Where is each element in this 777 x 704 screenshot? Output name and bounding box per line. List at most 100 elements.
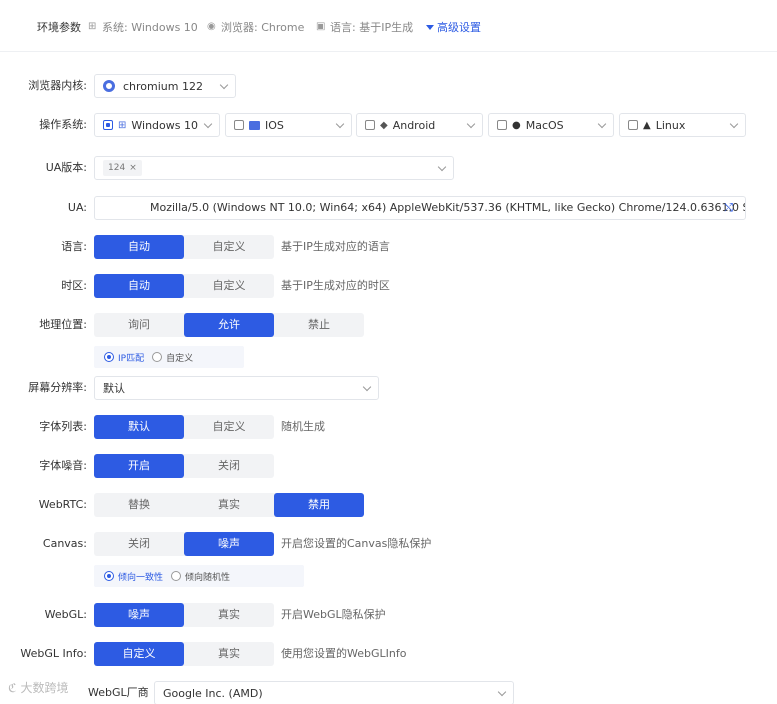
- font-noise-row: 字体噪音: 开启 关闭: [0, 454, 777, 478]
- webgl-info-label: WebGL Info:: [20, 647, 87, 660]
- os-option-linux[interactable]: ▲ Linux: [619, 113, 746, 137]
- chevron-down-icon: [335, 119, 345, 129]
- webrtc-toggle: 替换 真实 禁用: [94, 493, 364, 517]
- timezone-toggle: 自动 自定义: [94, 274, 274, 298]
- fonts-option-custom[interactable]: 自定义: [184, 415, 274, 439]
- canvas-option-noise[interactable]: 噪声: [184, 532, 274, 556]
- linux-checkbox[interactable]: [628, 120, 638, 130]
- resolution-value: 默认: [103, 382, 125, 395]
- shuffle-icon[interactable]: ⤭: [724, 197, 733, 219]
- webgl-info-option-custom[interactable]: 自定义: [94, 642, 184, 666]
- webgl-vendor-row: WebGL厂商 Google Inc. (AMD): [0, 681, 777, 704]
- resolution-select[interactable]: 默认: [94, 376, 379, 400]
- timezone-row: 时区: 自动 自定义 基于IP生成对应的时区: [0, 274, 777, 298]
- kernel-select[interactable]: chromium 122: [94, 74, 236, 98]
- ua-value: Mozilla/5.0 (Windows NT 10.0; Win64; x64…: [150, 201, 745, 214]
- radio-selected-icon: [104, 571, 114, 581]
- fonts-label: 字体列表:: [39, 420, 87, 433]
- canvas-hint: 开启您设置的Canvas隐私保护: [281, 537, 432, 550]
- resolution-row: 屏幕分辨率: 默认: [0, 376, 777, 400]
- ua-label: UA:: [67, 201, 87, 214]
- geo-label: 地理位置:: [39, 318, 87, 331]
- font-noise-option-off[interactable]: 关闭: [184, 454, 274, 478]
- os-row: 操作系统: ⊞ Windows 10 IOS ◆ Android ● MacOS…: [0, 113, 777, 137]
- caret-down-icon: [426, 24, 434, 30]
- canvas-radio-consistent[interactable]: 倾向一致性: [104, 570, 163, 583]
- os-label: 操作系统:: [39, 118, 87, 131]
- webgl-option-real[interactable]: 真实: [184, 603, 274, 627]
- chevron-down-icon: [437, 162, 447, 172]
- macos-checkbox[interactable]: [497, 120, 507, 130]
- fonts-option-default[interactable]: 默认: [94, 415, 184, 439]
- advanced-settings-label: 高级设置: [437, 21, 481, 34]
- language-row: 语言: 自动 自定义 基于IP生成对应的语言: [0, 235, 777, 259]
- apple-icon: ●: [512, 119, 521, 131]
- geo-option-deny[interactable]: 禁止: [274, 313, 364, 337]
- webrtc-option-real[interactable]: 真实: [184, 493, 274, 517]
- os-option-windows[interactable]: ⊞ Windows 10: [94, 113, 220, 137]
- os-option-label: Windows 10: [131, 118, 198, 132]
- webrtc-option-replace[interactable]: 替换: [94, 493, 184, 517]
- geo-toggle: 询问 允许 禁止: [94, 313, 364, 337]
- webgl-vendor-select[interactable]: Google Inc. (AMD): [154, 681, 514, 704]
- os-option-ios[interactable]: IOS: [225, 113, 352, 137]
- chevron-down-icon: [597, 119, 607, 129]
- timezone-label: 时区:: [61, 279, 87, 292]
- header-language: ▣ 语言: 基于IP生成: [316, 19, 413, 35]
- geo-radio-ip[interactable]: IP匹配: [104, 351, 144, 364]
- canvas-radio-random[interactable]: 倾向随机性: [171, 570, 230, 583]
- close-icon[interactable]: ×: [129, 163, 137, 173]
- header-os: ⊞ 系统: Windows 10: [88, 19, 198, 35]
- windows-checkbox[interactable]: [103, 120, 113, 130]
- chevron-down-icon: [362, 382, 372, 392]
- advanced-settings-link[interactable]: 高级设置: [426, 19, 481, 35]
- webgl-info-toggle: 自定义 真实: [94, 642, 274, 666]
- chevron-down-icon: [219, 80, 229, 90]
- canvas-toggle: 关闭 噪声: [94, 532, 274, 556]
- timezone-option-auto[interactable]: 自动: [94, 274, 184, 298]
- webgl-option-noise[interactable]: 噪声: [94, 603, 184, 627]
- os-option-macos[interactable]: ● MacOS: [488, 113, 614, 137]
- windows-icon: ⊞: [88, 21, 97, 32]
- webrtc-option-disable[interactable]: 禁用: [274, 493, 364, 517]
- ua-version-select[interactable]: 124 ×: [94, 156, 454, 180]
- webrtc-label: WebRTC:: [38, 498, 87, 511]
- os-option-label: Android: [392, 118, 436, 132]
- ios-checkbox[interactable]: [234, 120, 244, 130]
- webgl-info-option-real[interactable]: 真实: [184, 642, 274, 666]
- header-language-text: 语言: 基于IP生成: [330, 21, 414, 34]
- language-option-auto[interactable]: 自动: [94, 235, 184, 259]
- ua-row: UA: Mozilla/5.0 (Windows NT 10.0; Win64;…: [0, 196, 777, 220]
- geo-option-ask[interactable]: 询问: [94, 313, 184, 337]
- geo-mode-radios: IP匹配 自定义: [94, 346, 244, 368]
- timezone-hint: 基于IP生成对应的时区: [281, 279, 390, 292]
- geo-option-allow[interactable]: 允许: [184, 313, 274, 337]
- ua-version-row: UA版本: 124 ×: [0, 156, 777, 180]
- chevron-down-icon: [203, 119, 213, 129]
- version-tag-label: 124: [108, 163, 126, 173]
- language-option-custom[interactable]: 自定义: [184, 235, 274, 259]
- header-browser: ◉ 浏览器: Chrome: [207, 19, 304, 35]
- webgl-row: WebGL: 噪声 真实 开启WebGL隐私保护: [0, 603, 777, 627]
- watermark-text: 大数跨境: [20, 681, 69, 695]
- canvas-option-off[interactable]: 关闭: [94, 532, 184, 556]
- header-os-text: 系统: Windows 10: [102, 21, 198, 34]
- timezone-option-custom[interactable]: 自定义: [184, 274, 274, 298]
- windows-icon: ⊞: [118, 119, 127, 131]
- chevron-down-icon: [497, 687, 507, 697]
- canvas-radio-random-label: 倾向随机性: [185, 572, 231, 583]
- font-noise-option-on[interactable]: 开启: [94, 454, 184, 478]
- resolution-label: 屏幕分辨率:: [28, 381, 87, 394]
- ua-input[interactable]: Mozilla/5.0 (Windows NT 10.0; Win64; x64…: [94, 196, 746, 220]
- watermark: ℭ 大数跨境: [8, 679, 68, 696]
- kernel-row: 浏览器内核: chromium 122: [0, 74, 777, 98]
- kernel-value: chromium 122: [123, 79, 203, 93]
- os-option-android[interactable]: ◆ Android: [356, 113, 483, 137]
- radio-selected-icon: [104, 352, 114, 362]
- environment-header: 环境参数 ⊞ 系统: Windows 10 ◉ 浏览器: Chrome ▣ 语言…: [0, 0, 777, 52]
- geo-radio-ip-label: IP匹配: [118, 353, 145, 364]
- android-checkbox[interactable]: [365, 120, 375, 130]
- kernel-label: 浏览器内核:: [28, 79, 87, 92]
- geo-radio-custom[interactable]: 自定义: [152, 351, 193, 364]
- os-option-label: MacOS: [525, 118, 564, 132]
